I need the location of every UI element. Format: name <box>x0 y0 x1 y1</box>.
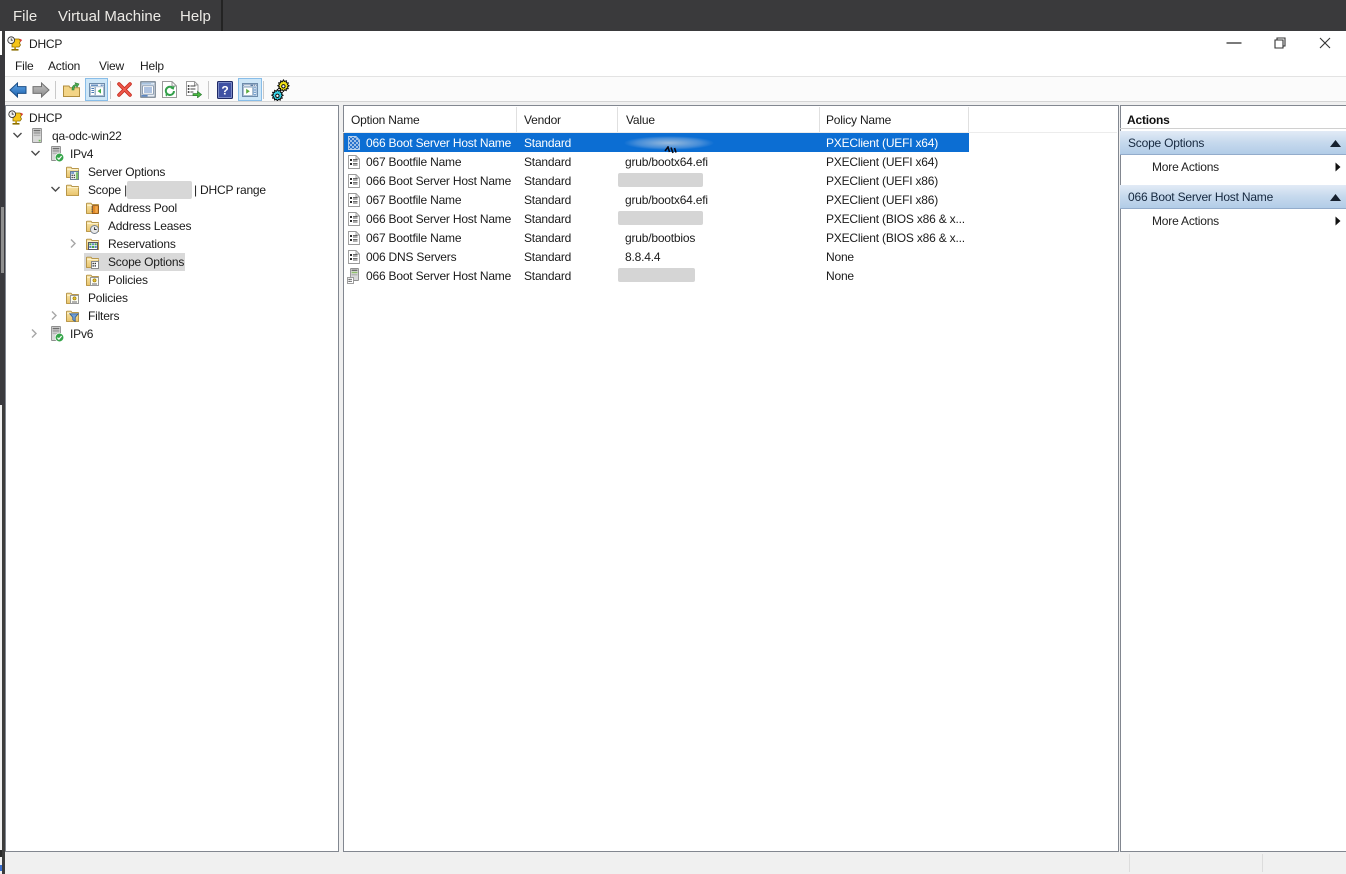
svg-text:?: ? <box>221 84 228 98</box>
